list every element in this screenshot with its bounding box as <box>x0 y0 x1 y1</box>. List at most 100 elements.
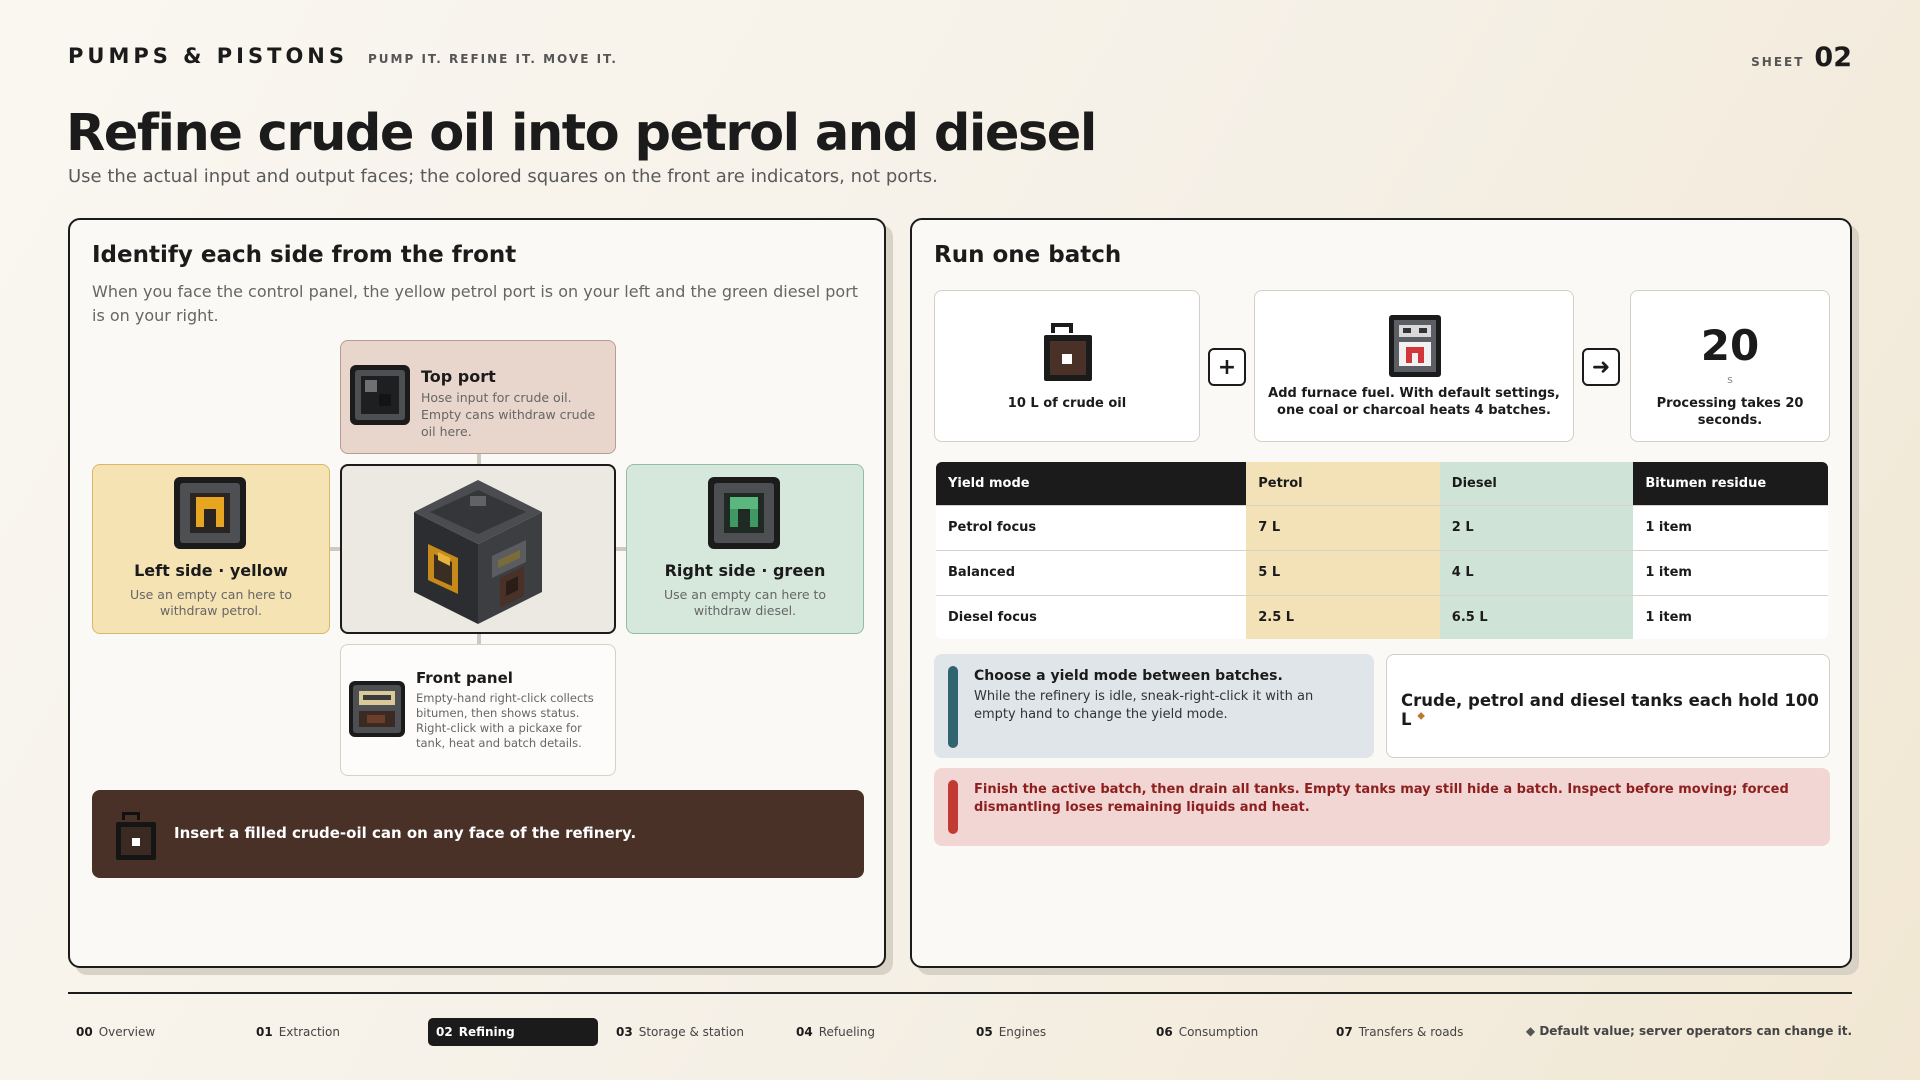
right-side-title: Right side · green <box>664 561 826 580</box>
refinery-block <box>340 464 616 634</box>
brand-tagline: PUMP IT. REFINE IT. MOVE IT. <box>368 52 618 66</box>
nav-item-number: 05 <box>976 1025 993 1039</box>
panel-title: Run one batch <box>934 242 1122 268</box>
crude-oil-can-icon <box>1042 321 1094 381</box>
left-side-title: Left side · yellow <box>134 561 288 580</box>
yield-mode-note-body: While the refinery is idle, sneak-right-… <box>974 689 1314 722</box>
brand: PUMPS & PISTONS PUMP IT. REFINE IT. MOVE… <box>68 44 618 68</box>
table-header-row: Yield mode Petrol Diesel Bitumen residue <box>936 462 1828 506</box>
plus-icon: + <box>1208 348 1246 386</box>
furnace-fuel-text: Add furnace fuel. With default settings,… <box>1268 386 1560 418</box>
processing-time-unit: s <box>1727 373 1733 386</box>
sheet-number: 02 <box>1814 42 1852 73</box>
column-header-bitumen-residue: Bitumen residue <box>1633 462 1828 506</box>
sheet-indicator: SHEET 02 <box>1751 42 1852 73</box>
table-cell: 1 item <box>1633 550 1828 596</box>
nav-item-storage-station[interactable]: 03 Storage & station <box>608 1018 778 1046</box>
column-header-yield-mode: Yield mode <box>936 462 1247 506</box>
tank-capacity-note: Crude, petrol and diesel tanks each hold… <box>1386 654 1830 758</box>
warning-text: Finish the active batch, then drain all … <box>974 782 1789 815</box>
nav-item-refueling[interactable]: 04 Refueling <box>788 1018 958 1046</box>
side-identification-panel: Identify each side from the front When y… <box>68 218 886 968</box>
footer-divider <box>68 992 1852 994</box>
yield-mode-note-title: Choose a yield mode between batches. <box>974 668 1283 684</box>
yield-mode-note: Choose a yield mode between batches. Whi… <box>934 654 1374 758</box>
furnace-fuel-card: Add furnace fuel. With default settings,… <box>1254 290 1574 442</box>
nav-item-label: Engines <box>998 1025 1047 1039</box>
nav-item-number: 00 <box>76 1025 93 1039</box>
front-panel-title: Front panel <box>416 669 513 687</box>
warning-accent-bar <box>948 780 958 834</box>
insert-note-text: Insert a filled crude-oil can on any fac… <box>174 824 637 842</box>
warning-note: Finish the active batch, then drain all … <box>934 768 1830 846</box>
connector <box>330 547 340 551</box>
yield-table: Yield mode Petrol Diesel Bitumen residue… <box>934 460 1830 641</box>
table-cell: 4 L <box>1439 550 1634 596</box>
refinery-side-diagram: Top port Hose input for crude oil. Empty… <box>92 340 868 776</box>
footnote-text: Default value; server operators can chan… <box>1539 1024 1852 1038</box>
nav-item-label: Storage & station <box>638 1025 744 1039</box>
nav-item-overview[interactable]: 00 Overview <box>68 1018 238 1046</box>
nav-item-transfers-roads[interactable]: 07 Transfers & roads <box>1328 1018 1498 1046</box>
left-side-card: Left side · yellow Use an empty can here… <box>92 464 330 634</box>
table-cell: 6.5 L <box>1439 595 1634 639</box>
brand-name: PUMPS & PISTONS <box>68 44 348 68</box>
nav-item-consumption[interactable]: 06 Consumption <box>1148 1018 1318 1046</box>
crude-oil-can-icon <box>114 810 158 860</box>
column-header-diesel: Diesel <box>1439 462 1634 506</box>
table-cell: Diesel focus <box>936 595 1247 639</box>
default-value-marker-icon: ◆ <box>1525 1024 1536 1038</box>
top-port-card: Top port Hose input for crude oil. Empty… <box>340 340 616 454</box>
footnote: ◆ Default value; server operators can ch… <box>1526 1024 1852 1038</box>
insert-note: Insert a filled crude-oil can on any fac… <box>92 790 864 878</box>
crude-oil-input-card: 10 L of crude oil <box>934 290 1200 442</box>
table-cell: 5 L <box>1246 550 1440 596</box>
nav-item-number: 04 <box>796 1025 813 1039</box>
nav-item-number: 01 <box>256 1025 273 1039</box>
sheet-label: SHEET <box>1751 55 1805 69</box>
diesel-port-icon <box>708 477 780 549</box>
tank-capacity-label: Crude, petrol and diesel tanks each hold… <box>1401 691 1819 729</box>
processing-time-card: 20 s Processing takes 20 seconds. <box>1630 290 1830 442</box>
table-cell: 2.5 L <box>1246 595 1440 639</box>
top-port-text: Hose input for crude oil. Empty cans wit… <box>421 390 596 439</box>
table-cell: 1 item <box>1633 595 1828 639</box>
table-cell: 7 L <box>1246 505 1440 551</box>
top-port-title: Top port <box>421 367 496 386</box>
nav-item-engines[interactable]: 05 Engines <box>968 1018 1138 1046</box>
front-panel-card: Front panel Empty-hand right-click colle… <box>340 644 616 776</box>
nav-item-label: Refining <box>458 1025 515 1039</box>
nav-item-number: 03 <box>616 1025 633 1039</box>
furnace-icon <box>1389 315 1441 377</box>
table-row: Balanced 5 L 4 L 1 item <box>936 550 1828 596</box>
nav-item-label: Refueling <box>818 1025 875 1039</box>
nav-item-label: Consumption <box>1178 1025 1259 1039</box>
run-batch-panel: Run one batch 10 L of crude oil + Add fu… <box>910 218 1852 968</box>
petrol-port-icon <box>174 477 246 549</box>
table-cell: Balanced <box>936 550 1247 596</box>
front-panel-icon <box>349 681 405 737</box>
panel-description: When you face the control panel, the yel… <box>92 282 859 325</box>
table-cell: Petrol focus <box>936 505 1247 551</box>
page-title: Refine crude oil into petrol and diesel <box>66 104 1097 163</box>
nav-item-refining[interactable]: 02 Refining <box>428 1018 598 1046</box>
nav-item-number: 07 <box>1336 1025 1353 1039</box>
nav-item-extraction[interactable]: 01 Extraction <box>248 1018 418 1046</box>
column-header-petrol: Petrol <box>1246 462 1440 506</box>
connector <box>616 547 626 551</box>
note-accent-bar <box>948 666 958 748</box>
sheet-navigation: 00 Overview 01 Extraction 02 Refining 03 Sto… <box>68 1018 1508 1046</box>
connector <box>477 454 481 464</box>
nav-item-label: Transfers & roads <box>1358 1025 1464 1039</box>
panel-title: Identify each side from the front <box>92 242 517 268</box>
arrow-right-icon: ➜ <box>1582 348 1620 386</box>
front-panel-text: Empty-hand right-click collects bitumen,… <box>416 691 594 750</box>
nav-item-number: 06 <box>1156 1025 1173 1039</box>
processing-time-value: 20 <box>1700 321 1760 370</box>
table-row: Petrol focus 7 L 2 L 1 item <box>936 505 1828 551</box>
table-cell: 2 L <box>1439 505 1634 551</box>
table-row: Diesel focus 2.5 L 6.5 L 1 item <box>936 595 1828 639</box>
left-side-text: Use an empty can here to withdraw petrol… <box>129 587 293 618</box>
page-subtitle: Use the actual input and output faces; t… <box>68 166 938 187</box>
tank-capacity-text: Crude, petrol and diesel tanks each hold… <box>1401 691 1829 729</box>
